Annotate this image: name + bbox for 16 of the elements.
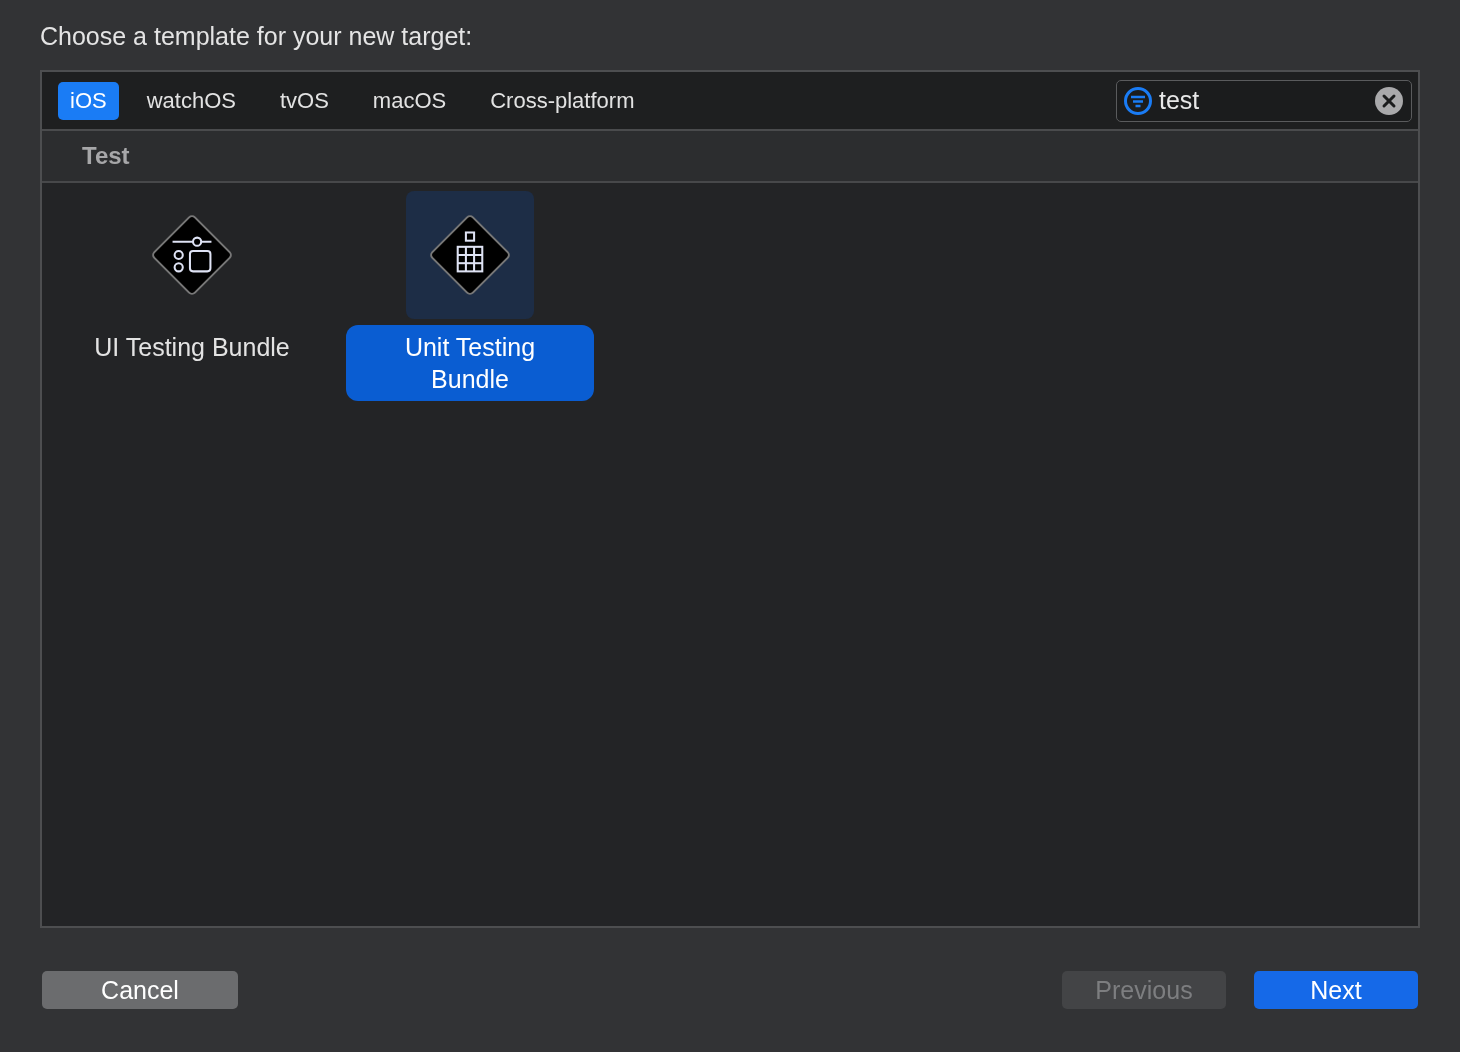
template-label[interactable]: Unit Testing Bundle — [346, 325, 594, 401]
platform-tab[interactable]: watchOS — [134, 81, 248, 120]
platform-tab[interactable]: iOS — [58, 81, 119, 120]
platform-tab[interactable]: macOS — [360, 81, 459, 120]
template-label[interactable]: UI Testing Bundle — [74, 325, 310, 369]
clear-icon[interactable] — [1375, 86, 1403, 115]
platform-tab[interactable]: tvOS — [267, 81, 341, 120]
search-field[interactable]: test — [1116, 79, 1412, 122]
dialog-title: Choose a template for your new target: — [40, 21, 473, 52]
template-tile[interactable] — [406, 191, 534, 319]
filter-icon — [1123, 85, 1153, 116]
primary-button[interactable]: Next — [1254, 971, 1418, 1010]
dialog-button[interactable]: Cancel — [42, 971, 238, 1010]
search-input[interactable]: test — [1159, 86, 1369, 115]
section-title: Test — [82, 142, 130, 170]
platform-tab[interactable]: Cross-platform — [478, 81, 647, 120]
